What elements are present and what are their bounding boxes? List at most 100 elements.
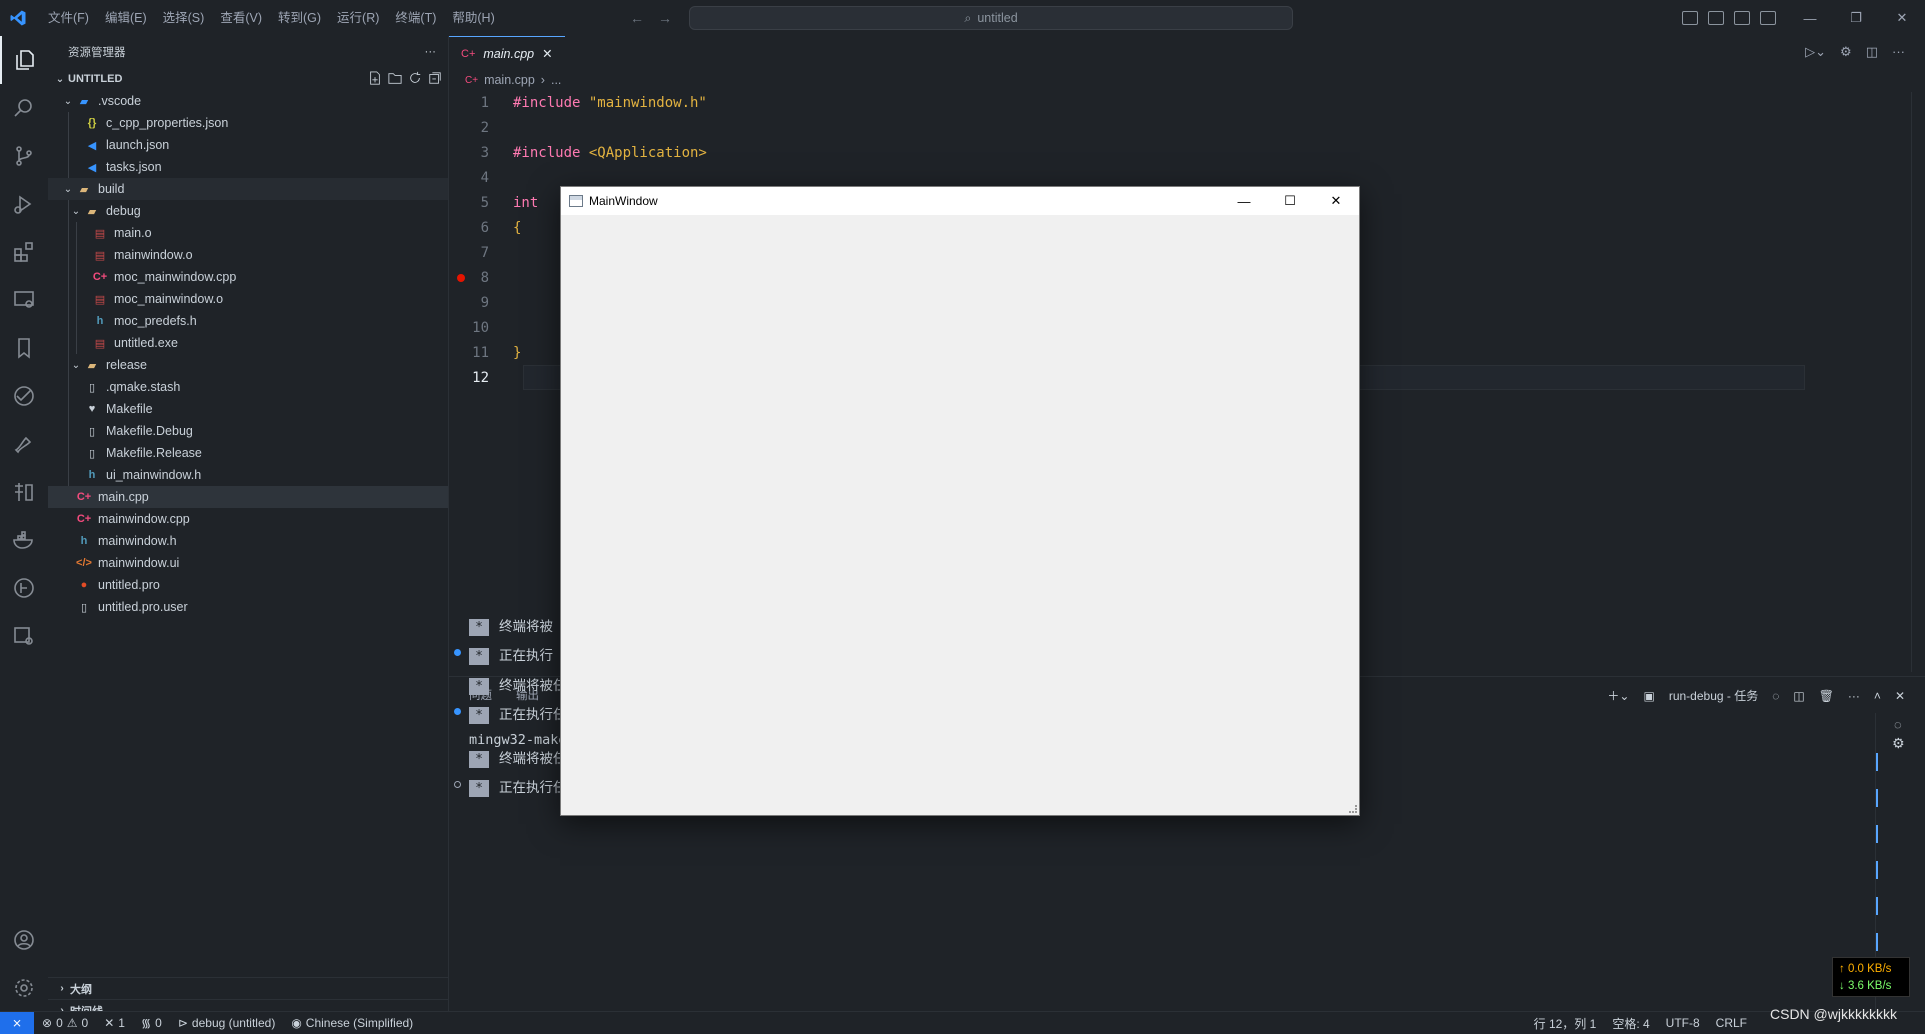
restore-button[interactable]: ❐	[1833, 0, 1879, 36]
tab-main-cpp[interactable]: C+ main.cpp ✕	[449, 36, 565, 70]
tree-item[interactable]: {} c_cpp_properties.json	[48, 112, 448, 134]
qt-main-window[interactable]: MainWindow — ☐ ✕	[560, 186, 1360, 816]
search-view-icon[interactable]	[0, 84, 48, 132]
maximize-panel-icon[interactable]: ˄	[1874, 689, 1881, 703]
forward-arrow-icon[interactable]: →	[658, 10, 672, 26]
tree-item[interactable]: ⌄ ▰ release	[48, 354, 448, 376]
indentation[interactable]: 空格: 4	[1604, 1015, 1657, 1032]
tree-item[interactable]: C+ main.cpp	[48, 486, 448, 508]
new-file-icon[interactable]	[368, 71, 382, 85]
tab-close-icon[interactable]: ✕	[542, 46, 552, 61]
workspace-section[interactable]: ⌄ UNTITLED	[48, 68, 448, 90]
run-file-icon[interactable]: ▷⌄	[1805, 44, 1826, 60]
tree-item[interactable]: ▤ untitled.exe	[48, 332, 448, 354]
customize-layout-icon[interactable]	[1760, 11, 1776, 25]
tree-item[interactable]: C+ mainwindow.cpp	[48, 508, 448, 530]
tree-item[interactable]: ▯ untitled.pro.user	[48, 596, 448, 618]
zhihu-icon[interactable]	[0, 468, 48, 516]
tree-item[interactable]: ♥ Makefile	[48, 398, 448, 420]
extensions-icon[interactable]	[0, 228, 48, 276]
remote-indicator-icon[interactable]: ⨯	[0, 1011, 34, 1034]
bookmark-icon[interactable]	[0, 324, 48, 372]
remote-explorer-icon[interactable]	[0, 276, 48, 324]
close-panel-icon[interactable]: ✕	[1895, 689, 1905, 703]
explorer-icon[interactable]	[0, 36, 48, 84]
tree-item[interactable]: h moc_predefs.h	[48, 310, 448, 332]
tree-item[interactable]: ⌄ ▰ build	[48, 178, 448, 200]
language-indicator[interactable]: ◉ Chinese (Simplified)	[283, 1016, 421, 1030]
tree-item[interactable]: ⌄ ▰ .vscode	[48, 90, 448, 112]
git-graph-icon[interactable]	[0, 564, 48, 612]
tree-item[interactable]: ▯ Makefile.Release	[48, 442, 448, 464]
qt-title-bar[interactable]: MainWindow — ☐ ✕	[561, 187, 1359, 215]
tree-item[interactable]: ▯ Makefile.Debug	[48, 420, 448, 442]
refresh-icon[interactable]	[408, 71, 422, 85]
tree-item[interactable]: ▤ mainwindow.o	[48, 244, 448, 266]
panel-more-icon[interactable]: ···	[1848, 689, 1860, 703]
tree-item[interactable]: h ui_mainwindow.h	[48, 464, 448, 486]
tree-item[interactable]: C+ moc_mainwindow.cpp	[48, 266, 448, 288]
terminal-spinner-icon[interactable]: ◌	[1894, 717, 1902, 732]
back-arrow-icon[interactable]: ←	[630, 10, 644, 26]
terminal-debug-icon[interactable]: ⚙	[1892, 735, 1905, 752]
menu-item[interactable]: 查看(V)	[212, 0, 270, 36]
split-editor-icon[interactable]: ◫	[1866, 44, 1878, 60]
tree-item[interactable]: ▤ main.o	[48, 222, 448, 244]
line-ending[interactable]: CRLF	[1708, 1016, 1755, 1030]
docker-icon[interactable]	[0, 516, 48, 564]
tree-item[interactable]: h mainwindow.h	[48, 530, 448, 552]
breadcrumb-symbol[interactable]: ...	[551, 73, 561, 87]
command-center[interactable]: ⌕ untitled	[689, 6, 1293, 30]
source-control-icon[interactable]	[0, 132, 48, 180]
settings-sync-icon[interactable]	[0, 612, 48, 660]
manage-gear-icon[interactable]	[0, 964, 48, 1012]
breakpoint-icon[interactable]	[457, 274, 465, 282]
qt-close-button[interactable]: ✕	[1313, 187, 1359, 215]
outline-section[interactable]: › 大纲	[48, 977, 449, 999]
remote-ports-indicator[interactable]: ᯾ 0	[133, 1014, 170, 1031]
menu-item[interactable]: 转到(G)	[270, 0, 329, 36]
tree-item[interactable]: ◀ tasks.json	[48, 156, 448, 178]
menu-item[interactable]: 文件(F)	[40, 0, 97, 36]
qt-minimize-button[interactable]: —	[1221, 187, 1267, 215]
kill-terminal-icon[interactable]: 🗑	[1819, 689, 1834, 703]
command-decoration-icon[interactable]	[454, 708, 461, 715]
run-debug-icon[interactable]	[0, 180, 48, 228]
menu-item[interactable]: 选择(S)	[155, 0, 213, 36]
new-terminal-icon[interactable]: ＋⌄	[1607, 687, 1629, 704]
command-decoration-icon[interactable]	[454, 781, 461, 788]
resize-grip-icon[interactable]	[1349, 805, 1357, 813]
toggle-panel-icon[interactable]	[1708, 11, 1724, 25]
menu-item[interactable]: 帮助(H)	[444, 0, 502, 36]
toggle-sidebar-icon[interactable]	[1682, 11, 1698, 25]
minimize-button[interactable]: —	[1787, 0, 1833, 36]
menu-item[interactable]: 编辑(E)	[97, 0, 155, 36]
menu-item[interactable]: 终端(T)	[387, 0, 444, 36]
testing-icon[interactable]	[0, 372, 48, 420]
editor-scrollbar[interactable]	[1911, 92, 1925, 672]
tree-item[interactable]: ● untitled.pro	[48, 574, 448, 596]
problems-indicator[interactable]: ⊗ 0 ⚠ 0	[34, 1016, 96, 1030]
terminal-name[interactable]: run-debug - 任务	[1669, 687, 1758, 704]
paint-icon[interactable]	[0, 420, 48, 468]
tree-item[interactable]: ▤ moc_mainwindow.o	[48, 288, 448, 310]
ports-indicator[interactable]: ✕ 1	[96, 1016, 133, 1030]
command-decoration-icon[interactable]	[454, 649, 461, 656]
new-folder-icon[interactable]	[388, 71, 402, 85]
tree-item[interactable]: ▯ .qmake.stash	[48, 376, 448, 398]
tree-item[interactable]: </> mainwindow.ui	[48, 552, 448, 574]
explorer-more-icon[interactable]: ···	[425, 46, 437, 58]
close-button[interactable]: ✕	[1879, 0, 1925, 36]
split-terminal-icon[interactable]: ◫	[1793, 689, 1804, 703]
editor-more-icon[interactable]: ···	[1892, 44, 1905, 60]
menu-item[interactable]: 运行(R)	[329, 0, 387, 36]
collapse-all-icon[interactable]	[428, 71, 442, 85]
cursor-position[interactable]: 行 12，列 1	[1526, 1015, 1605, 1032]
encoding[interactable]: UTF-8	[1658, 1016, 1708, 1030]
tree-item[interactable]: ⌄ ▰ debug	[48, 200, 448, 222]
breadcrumb-file[interactable]: main.cpp	[484, 73, 535, 87]
editor-settings-icon[interactable]: ⚙	[1840, 44, 1852, 60]
account-icon[interactable]	[0, 916, 48, 964]
qt-maximize-button[interactable]: ☐	[1267, 187, 1313, 215]
toggle-secondary-sidebar-icon[interactable]	[1734, 11, 1750, 25]
